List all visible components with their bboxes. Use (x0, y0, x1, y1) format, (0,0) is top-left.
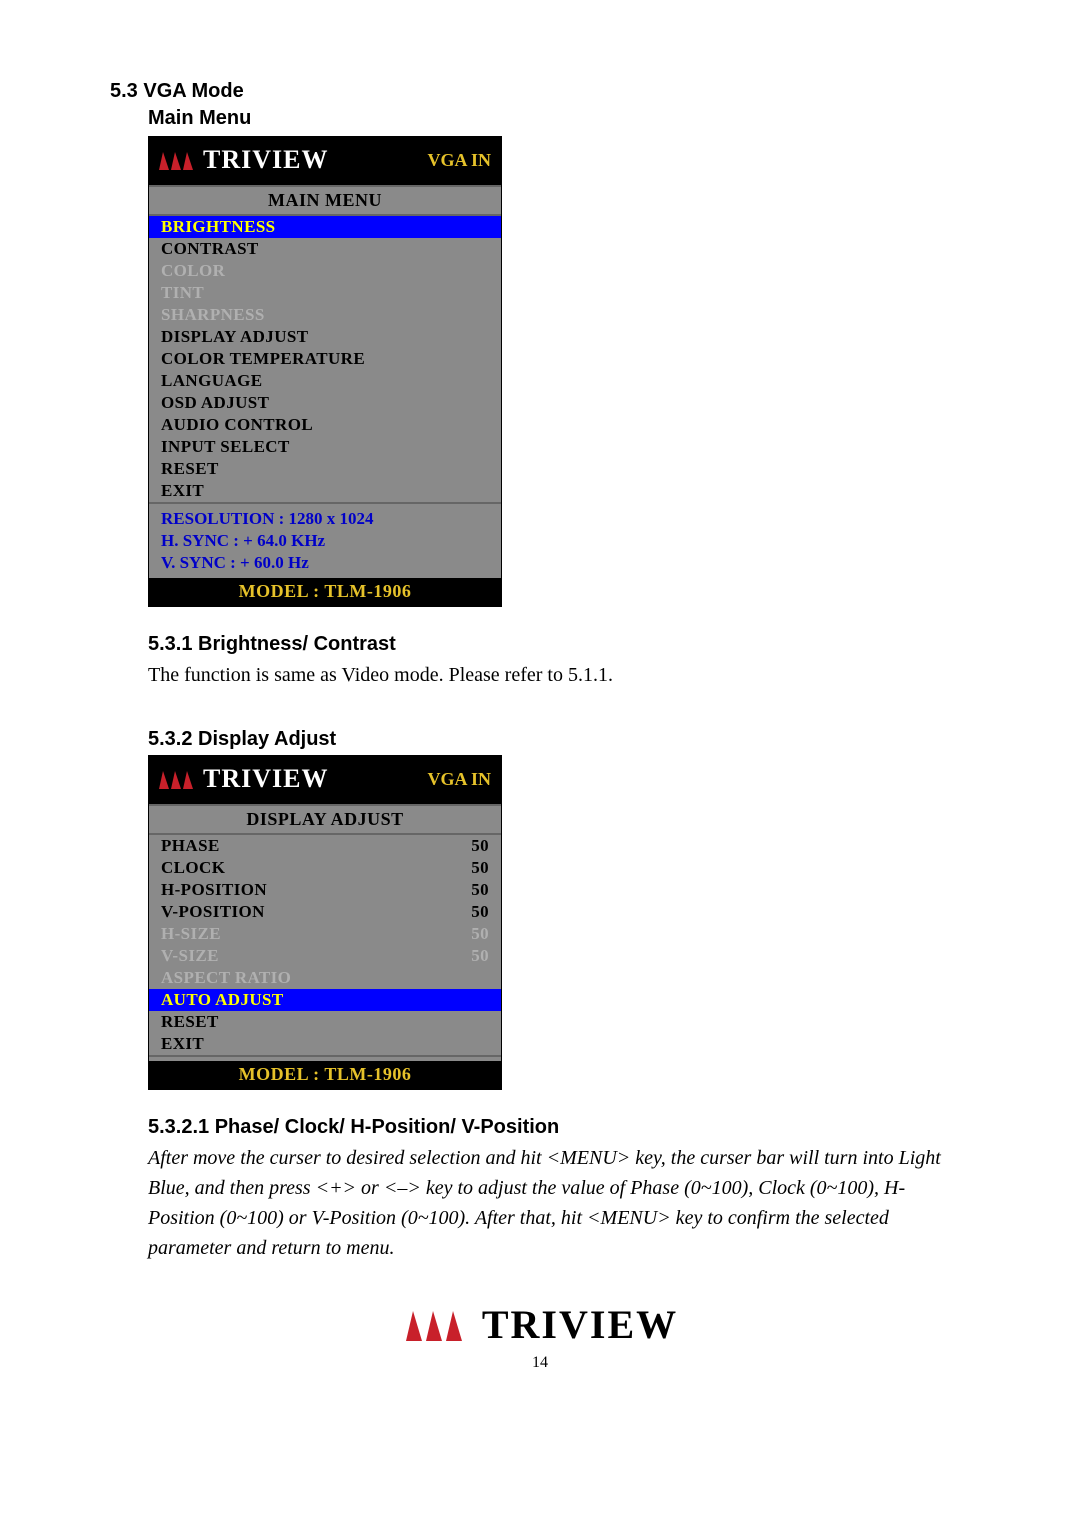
adjust-item-reset[interactable]: RESET (149, 1011, 501, 1033)
adjust-item-vposition[interactable]: V-POSITION 50 (149, 901, 501, 923)
osd-footer-model: MODEL : TLM-1906 (149, 578, 501, 606)
adjust-item-clock[interactable]: CLOCK 50 (149, 857, 501, 879)
osd-header: TRIVIEW VGA IN (149, 137, 501, 185)
menu-item-label: TINT (161, 283, 204, 303)
brand-logo: TRIVIEW (157, 764, 328, 794)
input-source: VGA IN (427, 150, 491, 171)
info-resolution: RESOLUTION : 1280 x 1024 (161, 508, 489, 530)
menu-item-label: COLOR TEMPERATURE (161, 349, 365, 369)
section-5-3-2-heading: 5.3.2 Display Adjust (148, 728, 970, 751)
menu-item-osd-adjust[interactable]: OSD ADJUST (149, 392, 501, 414)
menu-item-label: RESET (161, 459, 219, 479)
menu-item-audio-control[interactable]: AUDIO CONTROL (149, 414, 501, 436)
brand-logo: TRIVIEW (157, 145, 328, 175)
adjust-item-auto-adjust[interactable]: AUTO ADJUST (149, 989, 501, 1011)
adjust-item-exit[interactable]: EXIT (149, 1033, 501, 1055)
menu-item-label: LANGUAGE (161, 371, 262, 391)
section-5-3-2-1-heading: 5.3.2.1 Phase/ Clock/ H-Position/ V-Posi… (148, 1116, 970, 1139)
menu-item-label: ASPECT RATIO (161, 968, 291, 988)
osd-info-block: RESOLUTION : 1280 x 1024 H. SYNC : + 64.… (149, 502, 501, 578)
brand-text: TRIVIEW (203, 764, 328, 794)
info-hsync: H. SYNC : + 64.0 KHz (161, 530, 489, 552)
osd-footer-model: MODEL : TLM-1906 (149, 1061, 501, 1089)
menu-item-label: H-POSITION (161, 880, 267, 900)
menu-item-input-select[interactable]: INPUT SELECT (149, 436, 501, 458)
menu-item-label: V-SIZE (161, 946, 219, 966)
menu-item-label: OSD ADJUST (161, 393, 269, 413)
menu-item-label: RESET (161, 1012, 219, 1032)
menu-item-brightness[interactable]: BRIGHTNESS (149, 216, 501, 238)
menu-item-display-adjust[interactable]: DISPLAY ADJUST (149, 326, 501, 348)
menu-item-label: EXIT (161, 481, 204, 501)
adjust-item-vsize: V-SIZE 50 (149, 945, 501, 967)
menu-item-color-temperature[interactable]: COLOR TEMPERATURE (149, 348, 501, 370)
triview-logo-icon (157, 767, 197, 791)
menu-item-color: COLOR (149, 260, 501, 282)
menu-item-label: BRIGHTNESS (161, 217, 276, 237)
menu-item-language[interactable]: LANGUAGE (149, 370, 501, 392)
osd-body-main: BRIGHTNESS CONTRAST COLOR TINT SHARPNESS… (149, 216, 501, 502)
menu-item-label: SHARPNESS (161, 305, 265, 325)
menu-item-value: 50 (471, 902, 489, 922)
menu-item-label: V-POSITION (161, 902, 265, 922)
osd-body-display-adjust: PHASE 50 CLOCK 50 H-POSITION 50 V-POSITION 5… (149, 835, 501, 1055)
section-5-3-1-heading: 5.3.1 Brightness/ Contrast (148, 633, 970, 656)
menu-item-label: AUDIO CONTROL (161, 415, 313, 435)
menu-item-label: H-SIZE (161, 924, 221, 944)
menu-item-value: 50 (471, 836, 489, 856)
menu-item-label: INPUT SELECT (161, 437, 290, 457)
osd-main-menu: TRIVIEW VGA IN MAIN MENU BRIGHTNESS CONT… (148, 136, 502, 607)
menu-item-label: DISPLAY ADJUST (161, 327, 308, 347)
menu-item-tint: TINT (149, 282, 501, 304)
menu-item-label: EXIT (161, 1034, 204, 1054)
adjust-item-hposition[interactable]: H-POSITION 50 (149, 879, 501, 901)
info-vsync: V. SYNC : + 60.0 Hz (161, 552, 489, 574)
menu-item-contrast[interactable]: CONTRAST (149, 238, 501, 260)
osd-title-main: MAIN MENU (149, 185, 501, 216)
menu-item-label: COLOR (161, 261, 225, 281)
osd-header: TRIVIEW VGA IN (149, 756, 501, 804)
menu-item-value: 50 (471, 880, 489, 900)
menu-item-label: PHASE (161, 836, 220, 856)
brand-text: TRIVIEW (203, 145, 328, 175)
menu-item-label: CLOCK (161, 858, 225, 878)
section-5-3-2-1-text: After move the curser to desired selecti… (148, 1143, 970, 1263)
osd-display-adjust: TRIVIEW VGA IN DISPLAY ADJUST PHASE 50 CL… (148, 755, 502, 1090)
adjust-item-phase[interactable]: PHASE 50 (149, 835, 501, 857)
page-footer-logo: TRIVIEW (110, 1301, 970, 1348)
main-menu-heading: Main Menu (148, 107, 970, 130)
osd-title-display-adjust: DISPLAY ADJUST (149, 804, 501, 835)
menu-item-value: 50 (471, 924, 489, 944)
brand-text: TRIVIEW (482, 1301, 678, 1348)
adjust-item-aspect-ratio: ASPECT RATIO (149, 967, 501, 989)
triview-logo-icon (157, 148, 197, 172)
menu-item-value: 50 (471, 946, 489, 966)
triview-logo-icon (402, 1305, 472, 1345)
menu-item-reset[interactable]: RESET (149, 458, 501, 480)
section-5-3-heading: 5.3 VGA Mode (110, 80, 970, 103)
menu-item-value: 50 (471, 858, 489, 878)
menu-item-label: CONTRAST (161, 239, 259, 259)
page-number: 14 (110, 1354, 970, 1372)
input-source: VGA IN (427, 769, 491, 790)
menu-item-label: AUTO ADJUST (161, 990, 284, 1010)
adjust-item-hsize: H-SIZE 50 (149, 923, 501, 945)
section-5-3-1-text: The function is same as Video mode. Plea… (148, 660, 970, 690)
menu-item-sharpness: SHARPNESS (149, 304, 501, 326)
menu-item-exit[interactable]: EXIT (149, 480, 501, 502)
